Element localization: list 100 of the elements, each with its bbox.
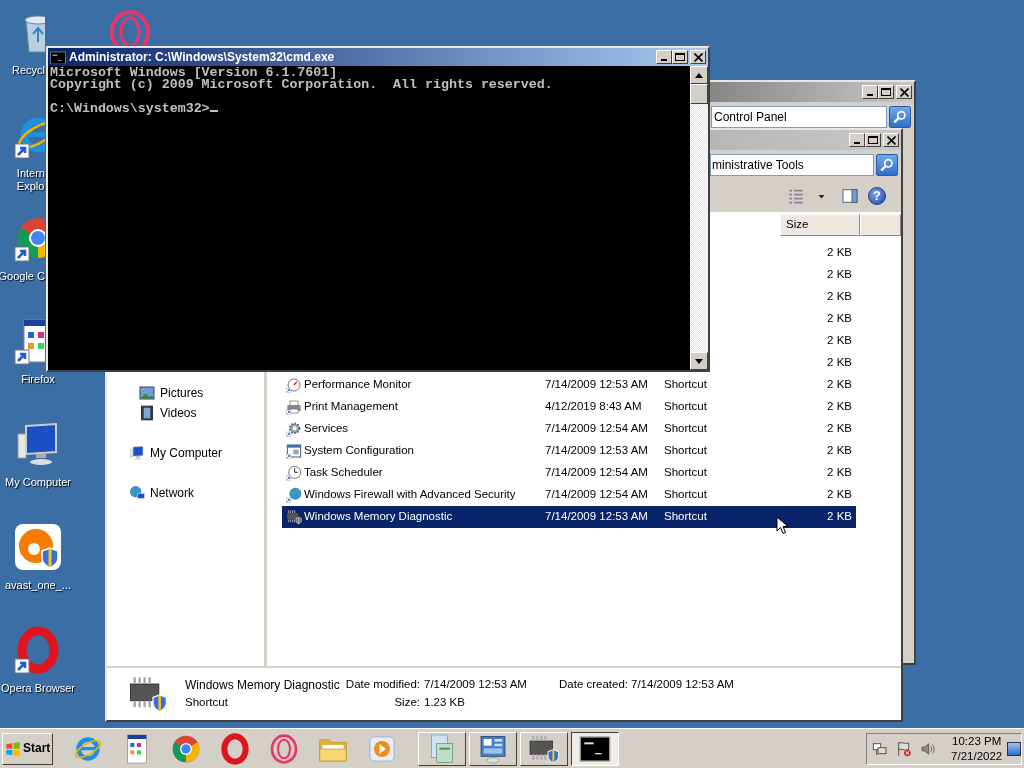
show-desktop-button[interactable] (1007, 741, 1021, 756)
size-cell-text: 2 KB (826, 400, 853, 414)
flag-icon[interactable] (896, 740, 912, 757)
file-row[interactable]: Windows Firewall with Advanced Security 7/14/2009 12:54 AM Shortcut 2 KB (282, 484, 856, 506)
nav-label: My Computer (150, 445, 223, 461)
size-cell-text: 2 KB (826, 378, 853, 392)
ring-logo-icon[interactable] (219, 732, 251, 765)
close-button[interactable] (690, 50, 706, 64)
type-cell-text: Shortcut (664, 488, 708, 502)
item-type: Shortcut (185, 696, 229, 710)
maximize-icon (868, 136, 878, 144)
address-field[interactable]: ministrative Tools (710, 154, 874, 176)
field-label: Size: (393, 696, 420, 710)
nav-item[interactable]: Videos (107, 403, 264, 423)
size-cell[interactable]: 2 KB (764, 246, 856, 260)
clock-date[interactable]: 7/21/2022 (951, 748, 1003, 764)
close-icon (693, 52, 703, 62)
pictures-icon (139, 385, 155, 401)
windows-logo-icon (5, 740, 21, 757)
type-cell-text: Shortcut (664, 422, 708, 436)
file-row[interactable]: Windows Memory Diagnostic 7/14/2009 12:53 AM Shortcut 2 KB (282, 506, 856, 528)
search-button[interactable] (889, 106, 911, 128)
clock-time[interactable]: 10:23 PM (952, 733, 1002, 749)
minimize-button[interactable] (656, 50, 672, 64)
date-cell-text: 7/14/2009 12:53 AM (545, 444, 649, 458)
field-label: Date created: (559, 678, 627, 692)
memory-chip-icon (128, 674, 168, 714)
network-icon[interactable] (872, 740, 888, 757)
icon-label[interactable]: Intern Explo (16, 167, 45, 193)
preview-pane-icon[interactable] (842, 188, 858, 204)
date-cell-text: 4/12/2019 8:43 AM (545, 400, 643, 414)
date-cell-text: 7/14/2009 12:53 AM (545, 510, 649, 524)
icon-label[interactable]: Opera Browser (1, 682, 75, 695)
type-cell-text: Shortcut (664, 444, 708, 458)
type-cell-text: Shortcut (664, 510, 708, 524)
scroll-thumb[interactable] (690, 84, 708, 104)
shield-app-icon[interactable] (14, 523, 62, 571)
scrollbar[interactable] (690, 66, 708, 370)
film-icon (139, 405, 155, 421)
minimize-icon (867, 94, 873, 96)
file-name: Print Management (304, 400, 399, 414)
close-button[interactable] (883, 133, 899, 147)
nav-item[interactable]: Network (107, 483, 264, 503)
field-value: 7/14/2009 12:53 AM (424, 678, 528, 692)
icon-label[interactable]: Google C (0, 270, 45, 283)
console-line: Copyright (c) 2009 Microsoft Corporation. All rights reserved. (50, 79, 554, 91)
date-cell-text: 7/14/2009 12:54 AM (545, 422, 649, 436)
address-field[interactable]: Control Panel (711, 106, 887, 128)
icon-label[interactable]: Firefox (21, 373, 55, 386)
column-header[interactable]: Size (780, 214, 860, 236)
taskbar-button[interactable] (571, 731, 619, 766)
close-button[interactable] (896, 85, 912, 99)
size-cell[interactable]: 2 KB (764, 268, 856, 282)
window-icon (286, 443, 302, 459)
field-value: 7/14/2009 12:53 AM (631, 678, 734, 692)
size-cell-text: 2 KB (826, 510, 853, 524)
down-arrow-icon (695, 358, 703, 364)
file-row[interactable]: Print Management 4/12/2019 8:43 AM Shortcut 2 KB (282, 396, 856, 418)
size-cell-text: 2 KB (826, 466, 853, 480)
nav-label: Network (150, 485, 194, 501)
minimize-button[interactable] (862, 85, 878, 99)
file-row[interactable]: Task Scheduler 7/14/2009 12:54 AM Shortcut 2 KB (282, 462, 856, 484)
minimize-button[interactable] (849, 133, 865, 147)
file-name: System Configuration (304, 444, 415, 458)
address-text: ministrative Tools (712, 157, 804, 173)
size-cell[interactable]: 2 KB (764, 356, 856, 370)
window-title: Administrator: C:\Windows\System32\cmd.exe (69, 49, 335, 65)
maximize-icon (881, 88, 891, 96)
size-cell[interactable]: 2 KB (764, 290, 856, 304)
network-icon (129, 485, 145, 501)
field-label: Date modified: (344, 678, 420, 692)
maximize-button[interactable] (878, 85, 894, 99)
maximize-button[interactable] (672, 50, 688, 64)
scroll-up-button[interactable] (690, 66, 708, 84)
file-name: Windows Firewall with Advanced Security (304, 488, 517, 502)
start-button[interactable]: Start (2, 732, 53, 765)
clock-icon (286, 465, 302, 481)
icon-label[interactable]: My Computer (5, 476, 71, 489)
search-button[interactable] (876, 154, 898, 176)
size-cell[interactable]: 2 KB (764, 312, 856, 326)
scroll-down-button[interactable] (690, 352, 708, 370)
speaker-icon[interactable] (920, 740, 936, 757)
file-name: Task Scheduler (304, 466, 384, 480)
minimize-icon (854, 142, 860, 144)
nav-item[interactable]: My Computer (107, 443, 264, 463)
icon-label[interactable]: Recycl (12, 64, 45, 77)
file-row[interactable]: System Configuration 7/14/2009 12:53 AM Shortcut 2 KB (282, 440, 856, 462)
printer-icon (286, 399, 302, 415)
maximize-button[interactable] (865, 133, 881, 147)
file-row[interactable]: Performance Monitor 7/14/2009 12:53 AM Shortcut 2 KB (282, 374, 856, 396)
size-cell[interactable]: 2 KB (764, 334, 856, 348)
cursor-icon (776, 515, 789, 537)
maximize-icon (675, 53, 685, 61)
icon-label[interactable]: avast_one_... (4, 579, 72, 592)
console-line: Microsoft Windows [Version 6.1.7601] (50, 67, 338, 79)
date-cell-text: 7/14/2009 12:53 AM (545, 378, 649, 392)
nav-item[interactable]: Pictures (107, 383, 264, 403)
size-cell-text: 2 KB (826, 444, 853, 458)
file-row[interactable]: Services 7/14/2009 12:54 AM Shortcut 2 KB (282, 418, 856, 440)
file-name: Services (304, 422, 350, 436)
